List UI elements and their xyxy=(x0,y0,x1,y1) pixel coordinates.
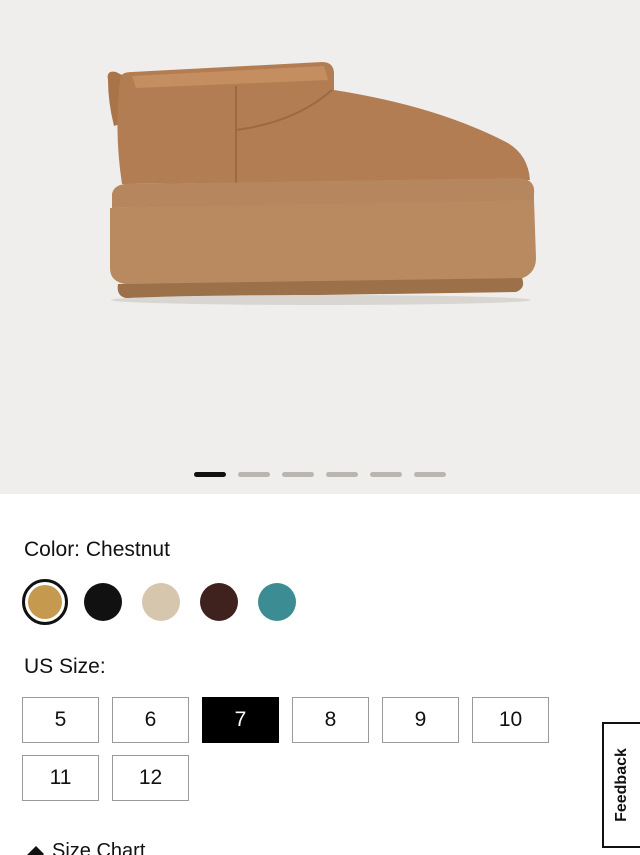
swatch-teal[interactable] xyxy=(254,579,300,625)
ruler-icon xyxy=(26,845,44,855)
size-button-5[interactable]: 5 xyxy=(22,697,99,743)
swatch-black[interactable] xyxy=(80,579,126,625)
size-button-6[interactable]: 6 xyxy=(112,697,189,743)
swatch-chestnut-fill xyxy=(28,585,62,619)
product-gallery[interactable] xyxy=(0,0,640,494)
gallery-dot-5[interactable] xyxy=(370,472,402,477)
product-image xyxy=(107,62,536,305)
feedback-tab[interactable]: Feedback xyxy=(602,722,640,848)
swatch-sand-fill xyxy=(142,583,180,621)
swatch-chestnut[interactable] xyxy=(22,579,68,625)
swatch-brown-fill xyxy=(200,583,238,621)
gallery-dot-4[interactable] xyxy=(326,472,358,477)
size-button-12[interactable]: 12 xyxy=(112,755,189,801)
size-chart-label: Size Chart xyxy=(52,840,146,855)
gallery-dot-2[interactable] xyxy=(238,472,270,477)
gallery-dot-1[interactable] xyxy=(194,472,226,477)
swatch-sand[interactable] xyxy=(138,579,184,625)
size-button-10[interactable]: 10 xyxy=(472,697,549,743)
gallery-dot-6[interactable] xyxy=(414,472,446,477)
size-button-11[interactable]: 11 xyxy=(22,755,99,801)
gallery-pagination xyxy=(0,472,640,477)
color-label: Color: Chestnut xyxy=(24,538,170,561)
swatch-black-fill xyxy=(84,583,122,621)
color-swatches xyxy=(22,579,312,625)
gallery-dot-3[interactable] xyxy=(282,472,314,477)
size-button-7[interactable]: 7 xyxy=(202,697,279,743)
swatch-teal-fill xyxy=(258,583,296,621)
size-button-8[interactable]: 8 xyxy=(292,697,369,743)
size-button-9[interactable]: 9 xyxy=(382,697,459,743)
feedback-label: Feedback xyxy=(613,748,630,822)
size-label: US Size: xyxy=(24,655,106,678)
size-chart-link[interactable]: Size Chart xyxy=(24,840,145,855)
swatch-brown[interactable] xyxy=(196,579,242,625)
size-selector: 5 6 7 8 9 10 11 12 xyxy=(22,697,562,801)
